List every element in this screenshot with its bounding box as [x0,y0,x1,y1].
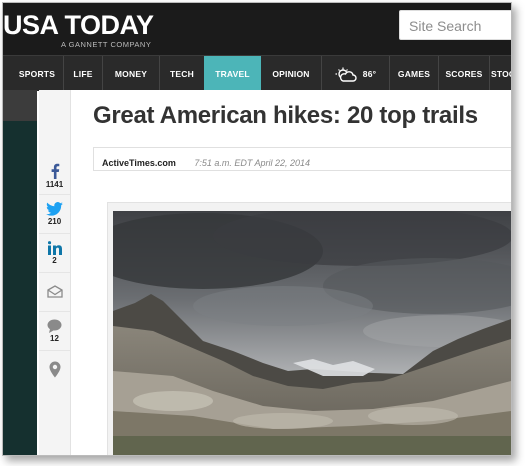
article-byline: ActiveTimes.com 7:51 a.m. EDT April 22, … [93,147,511,171]
nav-opinion[interactable]: OPINION [261,56,321,91]
linkedin-count: 2 [52,256,57,265]
article-photo-card [107,202,511,455]
nav-games[interactable]: GAMES [390,56,438,91]
article-main: Great American hikes: 20 top trails Acti… [71,90,511,455]
share-rail: 1141 210 2 12 [39,90,71,455]
weather-partly-cloudy-icon [335,67,357,82]
logo-subtitle: A GANNETT COMPANY [61,40,152,49]
article-source[interactable]: ActiveTimes.com [102,158,176,168]
facebook-icon [51,163,59,179]
article-headline: Great American hikes: 20 top trails [93,102,478,129]
main-nav: SPORTS LIFE MONEY TECH TRAVEL OPINION 86… [3,55,511,91]
comment-count: 12 [50,334,59,343]
nav-money[interactable]: MONEY [103,56,159,91]
comment-icon [47,319,62,333]
section-sidebar [3,90,37,455]
linkedin-share-button[interactable]: 2 [39,234,70,273]
nav-travel[interactable]: TRAVEL [204,56,261,91]
browser-frame: USA TODAY A GANNETT COMPANY Site Search … [2,2,512,456]
nav-life[interactable]: LIFE [64,56,102,91]
facebook-share-button[interactable]: 1141 [39,156,70,195]
linkedin-icon [47,241,62,255]
nav-scores[interactable]: SCORES [439,56,489,91]
site-search-input[interactable]: Site Search [399,10,511,40]
section-sidebar-header [3,90,37,121]
nav-sports[interactable]: SPORTS [11,56,63,91]
nav-stocks[interactable]: STOC [491,56,511,91]
mountain-landscape-photo[interactable] [113,211,511,455]
email-icon [46,285,63,298]
twitter-count: 210 [47,217,62,226]
weather-temp: 86° [362,69,377,79]
facebook-count: 1141 [45,180,64,189]
twitter-icon [46,202,63,216]
nav-tech[interactable]: TECH [160,56,204,91]
comment-button[interactable]: 12 [39,312,70,351]
nav-divider [489,56,490,91]
nav-weather[interactable]: 86° [322,56,389,91]
location-pin-icon [49,361,60,378]
masthead: USA TODAY A GANNETT COMPANY Site Search [3,3,511,55]
article-timestamp: 7:51 a.m. EDT April 22, 2014 [194,158,311,168]
mountain-photo-image [113,211,511,455]
twitter-share-button[interactable]: 210 [39,195,70,234]
location-button[interactable] [39,351,70,389]
email-share-button[interactable] [39,273,70,312]
usa-today-logo[interactable]: USA TODAY [3,10,154,40]
